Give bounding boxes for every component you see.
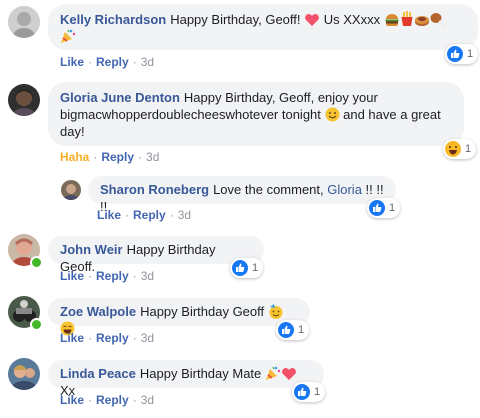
like-icon: [278, 322, 294, 338]
separator: ·: [88, 55, 93, 69]
like-link[interactable]: Like: [97, 208, 121, 222]
reaction-number: 1: [298, 324, 305, 336]
reaction-count[interactable]: 1: [367, 198, 401, 218]
comment-text: Happy Birthday Geoff: [140, 304, 268, 319]
timestamp[interactable]: 3d: [141, 331, 154, 345]
comment-text: Love the comment,: [213, 182, 328, 197]
reply-link[interactable]: Reply: [96, 55, 129, 69]
reaction-count[interactable]: 1: [443, 139, 477, 159]
separator: ·: [88, 269, 93, 283]
reaction-count[interactable]: 1: [292, 382, 326, 402]
reply-bubble: Sharon Roneberg Love the comment, Gloria …: [88, 176, 396, 214]
avatar-photo: [61, 180, 81, 200]
comment-author[interactable]: Zoe Walpole: [60, 304, 136, 319]
reply-link[interactable]: Reply: [133, 208, 166, 222]
reply-link[interactable]: Reply: [101, 150, 134, 164]
comment-author[interactable]: John Weir: [60, 242, 123, 257]
like-link[interactable]: Like: [60, 393, 84, 407]
comment-author[interactable]: Gloria June Denton: [60, 90, 180, 105]
like-icon: [232, 260, 248, 276]
avatar-photo: [8, 84, 40, 116]
like-link[interactable]: Like: [60, 331, 84, 345]
separator: ·: [132, 331, 137, 345]
reply-link[interactable]: Reply: [96, 269, 129, 283]
timestamp[interactable]: 3d: [146, 150, 159, 164]
comment-actions: Like · Reply · 3d: [60, 331, 154, 345]
comment-bubble: Gloria June Denton Happy Birthday, Geoff,…: [48, 82, 464, 146]
comment-bubble: John Weir Happy Birthday Geoff.: [48, 236, 264, 274]
comment-author[interactable]: Kelly Richardson: [60, 12, 166, 27]
haha-link[interactable]: Haha: [60, 150, 89, 164]
separator: ·: [132, 393, 137, 407]
like-link[interactable]: Like: [60, 55, 84, 69]
like-icon: [369, 200, 385, 216]
heart-icon: [305, 14, 320, 26]
comment-text-2: Us XXxxx: [320, 12, 384, 27]
reaction-number: 1: [465, 143, 472, 155]
like-icon: [447, 46, 463, 62]
fries-icon: [401, 11, 413, 26]
reaction-number: 1: [252, 262, 259, 274]
timestamp[interactable]: 3d: [141, 269, 154, 283]
separator: ·: [169, 208, 174, 222]
reaction-number: 1: [467, 48, 474, 60]
reaction-count[interactable]: 1: [276, 320, 310, 340]
online-status-icon: [30, 318, 43, 331]
reaction-count[interactable]: 1: [445, 44, 479, 64]
comment-actions: Like · Reply · 3d: [60, 269, 154, 283]
separator: ·: [88, 331, 93, 345]
comment-actions: Like · Reply · 3d: [60, 55, 154, 69]
reply-link[interactable]: Reply: [96, 393, 129, 407]
like-link[interactable]: Like: [60, 269, 84, 283]
comment-text: Happy Birthday Mate: [139, 366, 265, 381]
reaction-number: 1: [314, 386, 321, 398]
comment-text: Happy Birthday, Geoff!: [170, 12, 305, 27]
like-icon: [294, 384, 310, 400]
avatar[interactable]: [8, 84, 40, 116]
separator: ·: [93, 150, 98, 164]
avatar-photo: [8, 6, 40, 38]
comment-actions: Like · Reply · 3d: [97, 208, 191, 222]
comment-bubble: Kelly Richardson Happy Birthday, Geoff! U…: [48, 4, 478, 50]
comment-actions: Haha · Reply · 3d: [60, 150, 159, 164]
reaction-number: 1: [389, 202, 396, 214]
online-status-icon: [30, 256, 43, 269]
reply-link[interactable]: Reply: [96, 331, 129, 345]
drumstick-icon: [430, 13, 445, 27]
party-popper-icon: [61, 29, 76, 43]
separator: ·: [132, 269, 137, 283]
separator: ·: [125, 208, 130, 222]
haha-icon: [445, 141, 461, 157]
mention-link[interactable]: Gloria: [327, 182, 362, 197]
avatar[interactable]: [61, 180, 81, 200]
reaction-count[interactable]: 1: [230, 258, 264, 278]
party-face-icon: [269, 304, 283, 319]
comment-author[interactable]: Linda Peace: [60, 366, 136, 381]
comment-bubble: Zoe Walpole Happy Birthday Geoff: [48, 298, 310, 336]
smile-icon: [325, 107, 340, 122]
separator: ·: [132, 55, 137, 69]
timestamp[interactable]: 3d: [141, 55, 154, 69]
party-popper-icon: [265, 366, 281, 380]
avatar-photo: [8, 358, 40, 390]
timestamp[interactable]: 3d: [141, 393, 154, 407]
comment-actions: Like · Reply · 3d: [60, 393, 154, 407]
avatar[interactable]: [8, 6, 40, 38]
heart-icon: [281, 368, 296, 380]
separator: ·: [88, 393, 93, 407]
comment-author[interactable]: Sharon Roneberg: [100, 182, 209, 197]
timestamp[interactable]: 3d: [178, 208, 191, 222]
avatar[interactable]: [8, 358, 40, 390]
pie-icon: [414, 16, 429, 26]
separator: ·: [138, 150, 143, 164]
burger-icon: [385, 14, 399, 26]
comment-bubble: Linda Peace Happy Birthday Mate Xx: [48, 360, 324, 398]
